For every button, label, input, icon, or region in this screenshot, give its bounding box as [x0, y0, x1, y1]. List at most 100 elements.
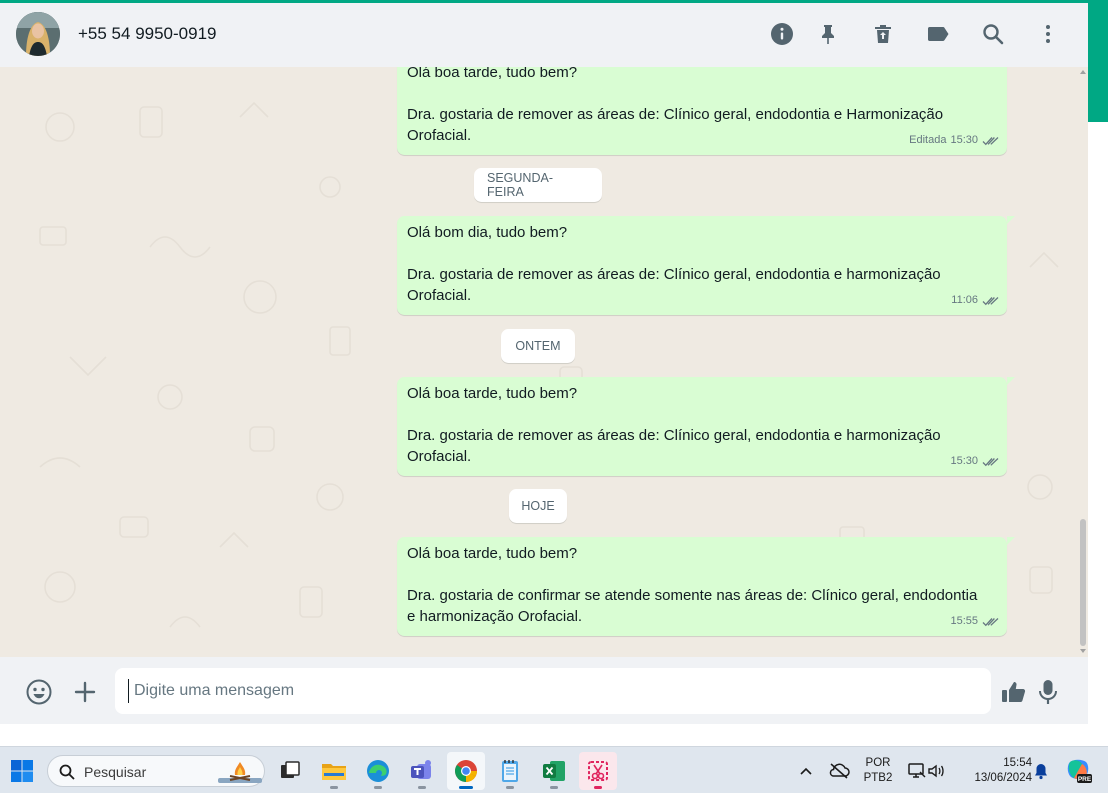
label-icon[interactable]: [924, 20, 952, 48]
info-icon[interactable]: [768, 20, 796, 48]
clock[interactable]: 15:54 13/06/2024: [958, 756, 1032, 786]
message-line: Orofacial.: [407, 287, 472, 304]
network-volume-group[interactable]: [902, 752, 950, 790]
contact-name[interactable]: +55 54 9950-0919: [78, 24, 217, 44]
message-input[interactable]: [115, 668, 991, 714]
thumbs-up-sticker-icon[interactable]: [997, 676, 1029, 708]
input-language[interactable]: POR PTB2: [860, 756, 896, 786]
file-explorer-icon[interactable]: [315, 752, 353, 790]
onedrive-offline-icon[interactable]: [826, 752, 852, 790]
copilot-icon[interactable]: PRE: [1060, 752, 1096, 790]
bubble-tail: [1007, 537, 1015, 545]
message-line: Dra. gostaria de remover as áreas de: Cl…: [407, 427, 941, 444]
date-divider-label: ONTEM: [515, 339, 561, 353]
outgoing-message[interactable]: Olá bom dia, tudo bem? Dra. gostaria de …: [397, 216, 1015, 315]
message-line: [407, 404, 998, 425]
bubble-tail: [1007, 216, 1015, 224]
chat-header: +55 54 9950-0919: [0, 3, 1088, 67]
date-divider: HOJE: [509, 489, 567, 523]
right-accent-bar: [1088, 0, 1108, 122]
notepad-icon[interactable]: [491, 752, 529, 790]
search-icon: [59, 764, 75, 780]
keyboard-layout: PTB2: [863, 772, 893, 784]
message-time: 15:30: [950, 134, 978, 146]
clock-time: 15:54: [1003, 757, 1032, 769]
notification-bell-icon[interactable]: [1030, 752, 1052, 790]
running-indicator: [459, 786, 473, 789]
clock-date: 13/06/2024: [974, 772, 1032, 784]
menu-icon[interactable]: [1034, 20, 1062, 48]
delete-icon[interactable]: [869, 20, 897, 48]
read-ticks-icon: [982, 136, 999, 145]
message-meta: 15:55: [950, 611, 999, 632]
whatsapp-window: +55 54 9950-0919 Olá boa tarde, tudo bem…: [0, 0, 1108, 746]
message-meta: Editada 15:30: [909, 130, 999, 151]
message-line: e harmonização Orofacial.: [407, 608, 583, 625]
outgoing-message[interactable]: Olá boa tarde, tudo bem? Dra. gostaria d…: [397, 377, 1015, 476]
avatar[interactable]: [16, 12, 60, 56]
message-line: Olá boa tarde, tudo bem?: [407, 385, 578, 402]
scroll-down-arrow-icon[interactable]: [1080, 649, 1086, 653]
message-time: 15:30: [950, 455, 978, 467]
outgoing-message[interactable]: Olá boa tarde, tudo bem? Dra. gostaria d…: [397, 537, 1015, 636]
date-divider-label: SEGUNDA-FEIRA: [487, 171, 553, 199]
message-line: [407, 564, 998, 585]
tray-overflow-chevron-icon[interactable]: [792, 752, 820, 790]
emoji-icon[interactable]: [24, 677, 54, 707]
message-line: Olá boa tarde, tudo bem?: [407, 545, 578, 562]
running-indicator: [506, 786, 514, 789]
message-meta: 11:06: [951, 290, 999, 311]
running-indicator: [330, 786, 338, 789]
read-ticks-icon: [982, 617, 999, 626]
campfire-illustration-icon: [218, 762, 262, 783]
teams-icon[interactable]: [403, 752, 441, 790]
message-line: [407, 243, 998, 264]
read-ticks-icon: [982, 457, 999, 466]
task-view-icon[interactable]: [271, 752, 309, 790]
message-line: Orofacial.: [407, 448, 472, 465]
message-meta: 15:30: [950, 451, 999, 472]
right-margin: [1088, 122, 1108, 746]
date-divider-label: HOJE: [521, 499, 555, 513]
message-line: Olá boa tarde, tudo bem?: [407, 67, 578, 81]
message-line: [407, 83, 998, 104]
edited-label: Editada: [909, 134, 947, 146]
search-icon[interactable]: [979, 20, 1007, 48]
snipping-tool-icon[interactable]: [579, 752, 617, 790]
message-line: Dra. gostaria de confirmar se atende som…: [407, 587, 978, 604]
volume-icon: [928, 764, 944, 778]
read-ticks-icon: [982, 296, 999, 305]
bubble-tail: [1007, 377, 1015, 385]
chat-scrollbar[interactable]: [1078, 67, 1088, 657]
running-indicator: [418, 786, 426, 789]
excel-icon[interactable]: [535, 752, 573, 790]
message-time: 11:06: [951, 294, 978, 306]
message-line: Olá bom dia, tudo bem?: [407, 224, 568, 241]
avatar-photo: [16, 12, 60, 56]
taskbar-search[interactable]: Pesquisar: [47, 755, 265, 787]
start-icon[interactable]: [3, 752, 41, 790]
composer-bar: [0, 657, 1088, 724]
attach-plus-icon[interactable]: [70, 677, 100, 707]
outgoing-message[interactable]: Olá boa tarde, tudo bem? Dra. gostaria d…: [397, 67, 1007, 155]
text-cursor: [128, 679, 129, 703]
copilot-badge: PRE: [1078, 776, 1092, 783]
taskbar: Pesquisar POR PTB2 15:54 13/06/2024 PRE: [0, 746, 1108, 793]
running-indicator: [550, 786, 558, 789]
search-placeholder: Pesquisar: [84, 764, 147, 780]
chrome-icon[interactable]: [447, 752, 485, 790]
date-divider: SEGUNDA-FEIRA: [474, 168, 602, 202]
network-icon: [908, 763, 926, 778]
scrollbar-thumb[interactable]: [1080, 519, 1086, 646]
microphone-icon[interactable]: [1034, 676, 1062, 708]
window-bottom-margin: [0, 724, 1108, 746]
running-indicator: [374, 786, 382, 789]
message-line: Dra. gostaria de remover as áreas de: Cl…: [407, 106, 944, 123]
edge-icon[interactable]: [359, 752, 397, 790]
message-list[interactable]: Olá boa tarde, tudo bem? Dra. gostaria d…: [0, 67, 1088, 657]
pin-icon[interactable]: [814, 20, 842, 48]
scroll-up-arrow-icon[interactable]: [1080, 70, 1086, 74]
running-indicator: [594, 786, 602, 789]
date-divider: ONTEM: [501, 329, 575, 363]
language-code: POR: [865, 757, 891, 769]
